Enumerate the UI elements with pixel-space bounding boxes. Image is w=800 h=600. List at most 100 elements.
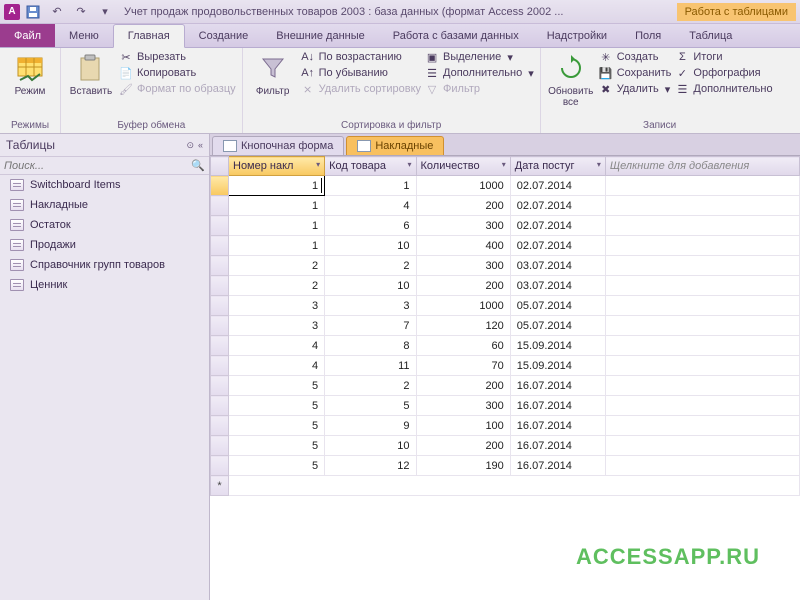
cell[interactable] (605, 276, 799, 296)
cell[interactable]: 15.09.2014 (510, 336, 605, 356)
delete-record-button[interactable]: ✖Удалить▾ (599, 82, 672, 96)
tab-create[interactable]: Создание (185, 24, 263, 47)
paste-button[interactable]: Вставить (67, 50, 115, 99)
cell[interactable] (605, 376, 799, 396)
cell[interactable]: 5 (325, 396, 416, 416)
tab-database[interactable]: Работа с базами данных (379, 24, 533, 47)
datasheet[interactable]: Номер накл▾Код товара▾Количество▾Дата по… (210, 156, 800, 600)
cell[interactable]: 05.07.2014 (510, 316, 605, 336)
row-selector[interactable] (211, 236, 229, 256)
row-selector[interactable] (211, 336, 229, 356)
cell[interactable]: 02.07.2014 (510, 196, 605, 216)
cell[interactable]: 02.07.2014 (510, 216, 605, 236)
cell[interactable]: 1 (229, 176, 325, 196)
nav-table-item[interactable]: Справочник групп товаров (0, 255, 209, 275)
cell[interactable]: 200 (416, 436, 510, 456)
cell[interactable]: 5 (229, 376, 325, 396)
cell[interactable]: 9 (325, 416, 416, 436)
cell[interactable]: 120 (416, 316, 510, 336)
cell[interactable]: 70 (416, 356, 510, 376)
cell[interactable] (605, 396, 799, 416)
refresh-button[interactable]: Обновить все (547, 50, 595, 110)
tab-fields[interactable]: Поля (621, 24, 675, 47)
new-row-selector[interactable] (211, 476, 229, 496)
column-dropdown-icon[interactable]: ▾ (597, 160, 601, 169)
cell[interactable]: 03.07.2014 (510, 276, 605, 296)
cell[interactable]: 200 (416, 196, 510, 216)
document-tab[interactable]: Накладные (346, 136, 444, 155)
search-input[interactable] (4, 160, 191, 172)
cell[interactable]: 1000 (416, 176, 510, 196)
cut-button[interactable]: ✂Вырезать (119, 50, 236, 64)
row-selector[interactable] (211, 436, 229, 456)
cell[interactable]: 02.07.2014 (510, 176, 605, 196)
nav-table-item[interactable]: Switchboard Items (0, 175, 209, 195)
save-record-button[interactable]: 💾Сохранить (599, 66, 672, 80)
cell[interactable]: 4 (325, 196, 416, 216)
nav-table-item[interactable]: Ценник (0, 275, 209, 295)
tab-addins[interactable]: Надстройки (533, 24, 621, 47)
cell[interactable]: 03.07.2014 (510, 256, 605, 276)
cell[interactable]: 300 (416, 396, 510, 416)
cell[interactable]: 16.07.2014 (510, 396, 605, 416)
tab-external[interactable]: Внешние данные (262, 24, 378, 47)
cell[interactable]: 100 (416, 416, 510, 436)
cell[interactable]: 2 (325, 376, 416, 396)
column-dropdown-icon[interactable]: ▾ (408, 160, 412, 169)
cell[interactable] (605, 416, 799, 436)
cell[interactable] (605, 236, 799, 256)
cell[interactable]: 1 (229, 196, 325, 216)
search-icon[interactable]: 🔍 (191, 159, 205, 172)
row-selector[interactable] (211, 256, 229, 276)
cell[interactable]: 200 (416, 276, 510, 296)
row-selector[interactable] (211, 176, 229, 196)
cell[interactable]: 10 (325, 436, 416, 456)
file-tab[interactable]: Файл (0, 24, 55, 47)
cell[interactable]: 200 (416, 376, 510, 396)
column-header[interactable]: Количество▾ (416, 157, 510, 176)
cell[interactable]: 05.07.2014 (510, 296, 605, 316)
cell[interactable] (605, 316, 799, 336)
cell[interactable]: 8 (325, 336, 416, 356)
cell[interactable]: 5 (229, 456, 325, 476)
nav-table-item[interactable]: Продажи (0, 235, 209, 255)
cell[interactable] (605, 336, 799, 356)
cell[interactable]: 1 (325, 176, 416, 196)
advanced-filter-button[interactable]: ☰Дополнительно▾ (425, 66, 534, 80)
document-tab[interactable]: Кнопочная форма (212, 136, 344, 155)
new-row[interactable] (229, 476, 800, 496)
cell[interactable] (605, 456, 799, 476)
nav-table-item[interactable]: Остаток (0, 215, 209, 235)
cell[interactable]: 190 (416, 456, 510, 476)
cell[interactable] (605, 176, 799, 196)
cell[interactable]: 10 (325, 276, 416, 296)
cell[interactable]: 10 (325, 236, 416, 256)
column-header[interactable]: Номер накл▾ (229, 157, 325, 176)
row-selector[interactable] (211, 316, 229, 336)
cell[interactable]: 5 (229, 396, 325, 416)
cell[interactable]: 400 (416, 236, 510, 256)
redo-icon[interactable]: ↷ (72, 3, 90, 21)
spelling-button[interactable]: ✓Орфография (675, 66, 772, 80)
cell[interactable]: 7 (325, 316, 416, 336)
qat-more-icon[interactable]: ▾ (96, 3, 114, 21)
tab-home[interactable]: Главная (113, 24, 185, 48)
column-dropdown-icon[interactable]: ▾ (316, 160, 320, 169)
row-selector[interactable] (211, 396, 229, 416)
nav-collapse-icon[interactable]: « (198, 140, 203, 150)
cell[interactable] (605, 356, 799, 376)
column-dropdown-icon[interactable]: ▾ (502, 160, 506, 169)
cell[interactable]: 1 (229, 216, 325, 236)
totals-button[interactable]: ΣИтоги (675, 50, 772, 64)
cell[interactable]: 2 (229, 256, 325, 276)
cell[interactable]: 3 (229, 296, 325, 316)
save-icon[interactable] (24, 3, 42, 21)
select-all-corner[interactable] (211, 157, 229, 176)
undo-icon[interactable]: ↶ (48, 3, 66, 21)
cell[interactable]: 15.09.2014 (510, 356, 605, 376)
cell[interactable] (605, 216, 799, 236)
cell[interactable]: 2 (229, 276, 325, 296)
row-selector[interactable] (211, 416, 229, 436)
more-records-button[interactable]: ☰Дополнительно (675, 82, 772, 96)
nav-dropdown-icon[interactable]: ⊙ (186, 140, 194, 151)
